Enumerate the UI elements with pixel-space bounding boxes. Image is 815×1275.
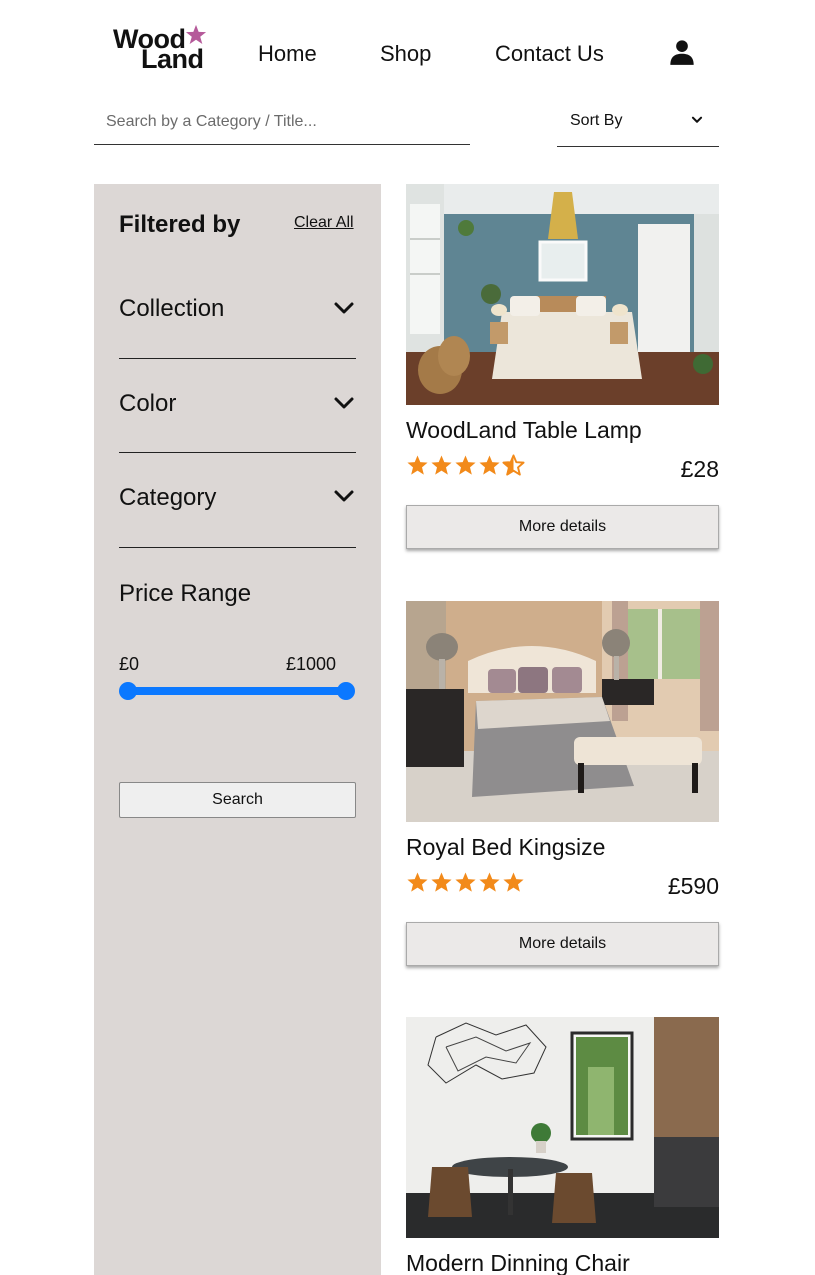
product-rating — [406, 871, 525, 897]
filter-label: Color — [119, 390, 177, 417]
clear-all-link[interactable]: Clear All — [294, 214, 354, 232]
nav-shop-link[interactable]: Shop — [380, 40, 431, 68]
product-image[interactable] — [406, 184, 719, 405]
user-icon[interactable] — [668, 38, 696, 66]
search-bar — [94, 100, 470, 145]
price-slider-track[interactable] — [128, 687, 346, 695]
star-full-icon — [407, 455, 428, 475]
price-max-label: £1000 — [286, 654, 337, 674]
chevron-down-icon — [691, 116, 703, 123]
star-half-icon — [502, 454, 525, 476]
star-full-icon — [431, 455, 452, 475]
price-min-label: £0 — [119, 654, 140, 674]
filter-label: Category — [119, 484, 217, 511]
logo-word-land: Land — [141, 44, 204, 74]
product-card: Modern Dinning Chair — [406, 1017, 719, 1275]
filter-collection[interactable]: Collection — [119, 284, 356, 359]
more-details-button[interactable]: More details — [406, 505, 719, 549]
filter-sidebar: Filtered by Clear All Collection Color C… — [94, 184, 381, 1275]
product-rating — [406, 454, 525, 480]
product-card: Royal Bed Kingsize £590 More details — [406, 601, 719, 971]
price-slider-min-handle[interactable] — [119, 682, 137, 700]
product-price: £28 — [680, 456, 719, 482]
product-title[interactable]: Royal Bed Kingsize — [406, 834, 605, 861]
price-range-heading: Price Range — [119, 580, 252, 607]
price-slider-max-handle[interactable] — [337, 682, 355, 700]
filter-search-button[interactable]: Search — [119, 782, 356, 818]
chevron-down-icon — [334, 397, 354, 409]
product-card: WoodLand Table Lamp £28 More details — [406, 184, 719, 554]
product-image[interactable] — [406, 601, 719, 822]
chevron-down-icon — [334, 490, 354, 502]
filter-color[interactable]: Color — [119, 359, 356, 453]
woodland-logo[interactable]: Wood Land — [113, 24, 209, 74]
filter-label: Collection — [119, 295, 225, 322]
star-full-icon — [431, 872, 452, 892]
star-full-icon — [455, 872, 476, 892]
search-input[interactable] — [94, 100, 470, 144]
star-full-icon — [479, 872, 500, 892]
product-price: £590 — [667, 873, 719, 899]
product-title[interactable]: WoodLand Table Lamp — [406, 417, 642, 444]
sort-dropdown[interactable]: Sort By — [557, 100, 719, 147]
filtered-by-heading: Filtered by — [119, 211, 241, 238]
product-image[interactable] — [406, 1017, 719, 1238]
star-full-icon — [503, 872, 524, 892]
filter-category[interactable]: Category — [119, 453, 356, 548]
nav-contact-link[interactable]: Contact Us — [495, 40, 604, 68]
star-logo-icon — [185, 24, 207, 44]
star-full-icon — [455, 455, 476, 475]
more-details-button[interactable]: More details — [406, 922, 719, 966]
star-full-icon — [479, 455, 500, 475]
star-full-icon — [407, 872, 428, 892]
sort-label: Sort By — [570, 112, 623, 129]
nav-home-link[interactable]: Home — [258, 40, 317, 68]
chevron-down-icon — [334, 302, 354, 314]
product-title[interactable]: Modern Dinning Chair — [406, 1250, 630, 1275]
